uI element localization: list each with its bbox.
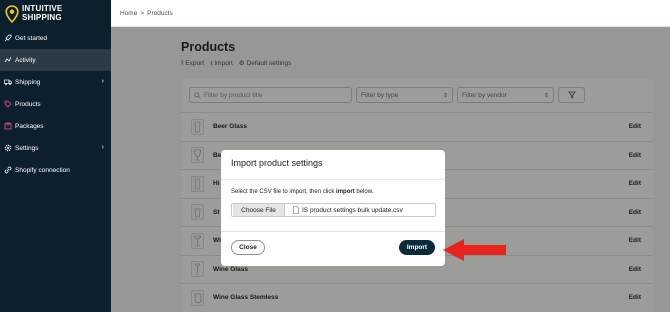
sidebar-item-label: Get started — [15, 34, 48, 42]
sidebar-item-products[interactable]: Products — [0, 93, 111, 115]
modal-instruction: Select the CSV file to import, then clic… — [231, 189, 373, 195]
modal-divider — [221, 231, 445, 232]
sidebar-item-packages[interactable]: Packages — [0, 115, 111, 137]
sidebar-item-label: Activity — [15, 56, 36, 64]
import-button[interactable]: Import — [399, 240, 435, 255]
chevron-right-icon: › — [101, 144, 104, 151]
location-pin-icon — [5, 4, 19, 23]
modal-divider — [221, 179, 445, 180]
sidebar-item-label: Settings — [15, 144, 39, 152]
sidebar: INTUITIVE SHIPPING Get started Activity … — [0, 0, 111, 312]
instruction-suffix: below. — [354, 189, 374, 195]
box-icon — [4, 122, 12, 130]
import-modal: Import product settings Select the CSV f… — [221, 150, 445, 266]
brand-name: INTUITIVE SHIPPING — [22, 4, 62, 22]
file-input[interactable]: Choose File IS product settings bulk upd… — [231, 203, 436, 217]
breadcrumb-separator: > — [140, 9, 145, 17]
selected-file-name: IS product settings bulk update.csv — [302, 206, 403, 214]
sidebar-item-get-started[interactable]: Get started — [0, 27, 111, 49]
activity-icon — [4, 56, 12, 64]
link-icon — [4, 166, 12, 174]
brand-logo[interactable]: INTUITIVE SHIPPING — [0, 0, 111, 27]
close-button[interactable]: Close — [231, 240, 265, 255]
truck-icon — [4, 78, 12, 86]
sidebar-item-shipping[interactable]: Shipping › — [0, 71, 111, 93]
sidebar-item-label: Packages — [15, 122, 44, 130]
sidebar-item-label: Products — [15, 100, 41, 108]
annotation-arrow-icon — [443, 239, 506, 261]
brand-line2: SHIPPING — [22, 12, 62, 22]
tag-icon — [4, 100, 12, 108]
gear-icon — [4, 144, 12, 152]
rocket-icon — [4, 34, 12, 42]
sidebar-item-settings[interactable]: Settings › — [0, 137, 111, 159]
sidebar-item-activity[interactable]: Activity — [0, 49, 111, 71]
choose-file-button[interactable]: Choose File — [233, 204, 285, 216]
sidebar-item-shopify-connection[interactable]: Shopify connection — [0, 159, 111, 181]
breadcrumb-current: Products — [147, 9, 173, 17]
sidebar-item-label: Shopify connection — [15, 166, 70, 174]
breadcrumb-home[interactable]: Home — [120, 10, 137, 17]
modal-title: Import product settings — [231, 158, 323, 168]
instruction-bold: import — [336, 189, 355, 195]
instruction-prefix: Select the CSV file to import, then clic… — [231, 189, 337, 195]
sidebar-item-label: Shipping — [15, 78, 41, 86]
file-icon — [293, 206, 299, 214]
breadcrumb: Home > Products — [111, 0, 670, 27]
chevron-right-icon: › — [101, 78, 104, 85]
